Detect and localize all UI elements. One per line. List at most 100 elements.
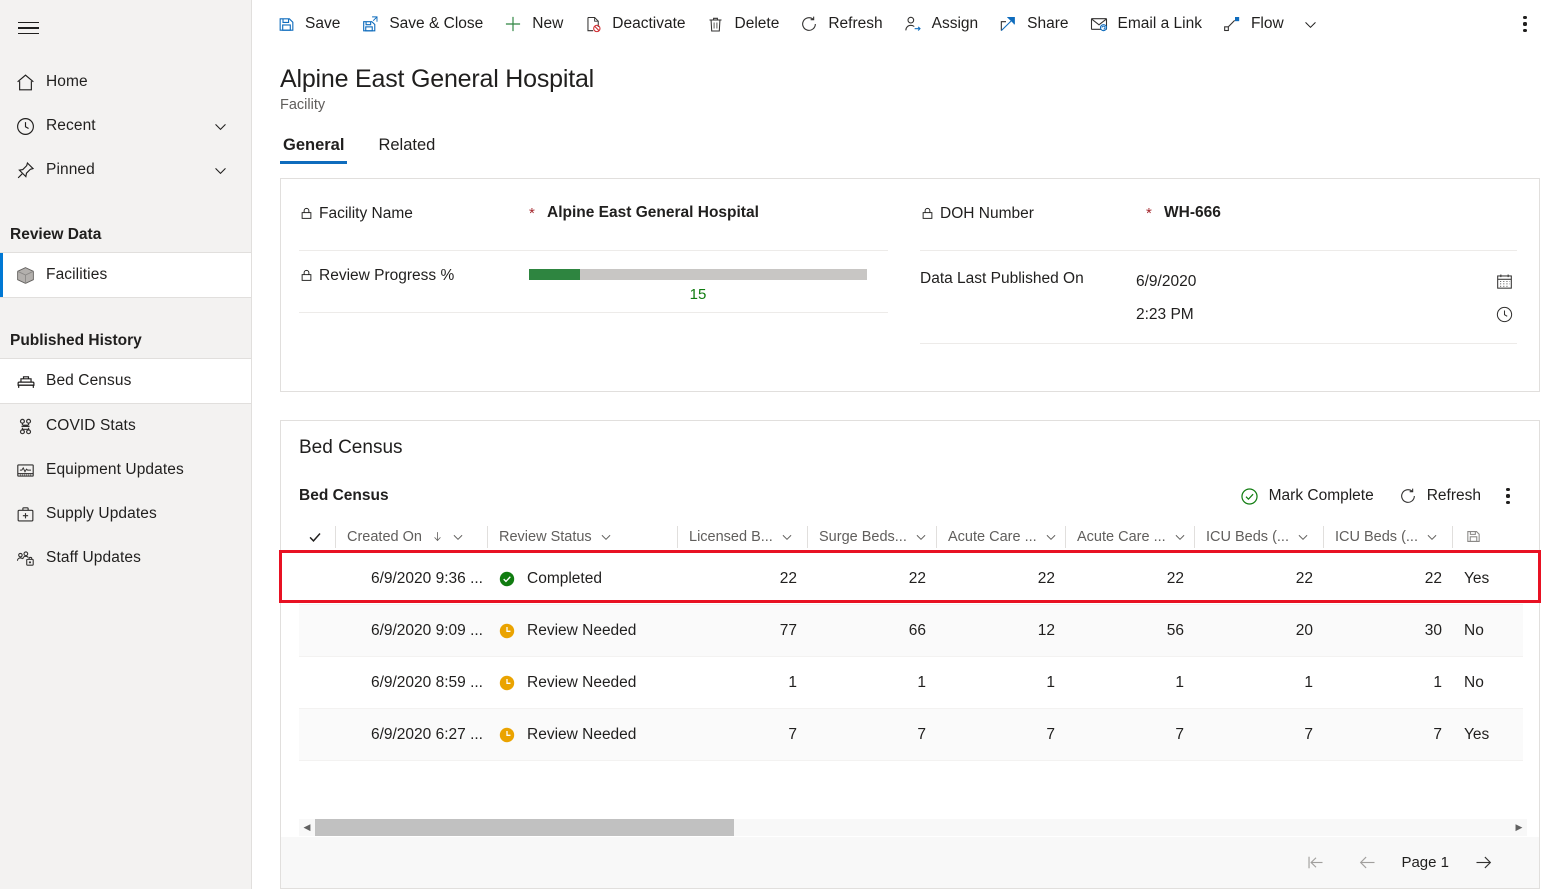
- cell-save-col[interactable]: Yes: [1452, 570, 1523, 588]
- first-page-icon[interactable]: [1289, 843, 1341, 883]
- table-row[interactable]: 6/9/2020 6:27 ...Review Needed777777Yes: [299, 709, 1523, 761]
- new-button[interactable]: New: [493, 4, 573, 44]
- cell-acute-care-1[interactable]: 1: [936, 674, 1065, 692]
- save-and-close-button[interactable]: Save & Close: [350, 4, 493, 44]
- subgrid-refresh-button[interactable]: Refresh: [1386, 479, 1493, 513]
- share-button[interactable]: Share: [988, 4, 1078, 44]
- select-all-checkmark-icon[interactable]: [299, 526, 335, 548]
- cell-created-on[interactable]: 6/9/2020 8:59 ...: [335, 674, 487, 692]
- cell-licensed-beds[interactable]: 1: [677, 674, 807, 692]
- assign-button[interactable]: Assign: [893, 4, 989, 44]
- column-header-acute-care-2[interactable]: Acute Care ...: [1065, 526, 1194, 548]
- delete-button[interactable]: Delete: [696, 4, 790, 44]
- table-row[interactable]: 6/9/2020 8:59 ...Review Needed111111No: [299, 657, 1523, 709]
- tab-general[interactable]: General: [280, 133, 347, 164]
- cell-acute-care-2[interactable]: 7: [1065, 726, 1194, 744]
- cell-review-status[interactable]: Review Needed: [487, 674, 677, 692]
- cell-acute-care-1[interactable]: 22: [936, 570, 1065, 588]
- cell-surge-beds[interactable]: 1: [807, 674, 936, 692]
- hamburger-icon[interactable]: [4, 4, 52, 52]
- cell-icu-beds-1[interactable]: 20: [1194, 622, 1323, 640]
- save-button[interactable]: Save: [266, 4, 350, 44]
- sidebar-item-recent[interactable]: Recent: [0, 104, 251, 148]
- cell-icu-beds-2[interactable]: 30: [1323, 622, 1452, 640]
- column-header-surge-beds[interactable]: Surge Beds...: [807, 526, 936, 548]
- mark-complete-button[interactable]: Mark Complete: [1227, 479, 1386, 513]
- cell-licensed-beds[interactable]: 22: [677, 570, 807, 588]
- published-date-value[interactable]: 6/9/2020: [1136, 273, 1491, 291]
- sidebar-item-facilities[interactable]: Facilities: [0, 253, 251, 297]
- cell-licensed-beds[interactable]: 77: [677, 622, 807, 640]
- cell-icu-beds-2[interactable]: 7: [1323, 726, 1452, 744]
- sidebar-item-pinned[interactable]: Pinned: [0, 148, 251, 192]
- column-header-review-status[interactable]: Review Status: [487, 526, 677, 548]
- chevron-down-icon[interactable]: [212, 118, 229, 135]
- horizontal-scrollbar[interactable]: ◀ ▶: [299, 819, 1527, 836]
- cell-created-on[interactable]: 6/9/2020 9:09 ...: [335, 622, 487, 640]
- scroll-left-icon[interactable]: ◀: [299, 822, 315, 833]
- sidebar-item-covid-stats[interactable]: COVID Stats: [0, 404, 251, 448]
- column-header-save-icon[interactable]: [1452, 526, 1523, 548]
- chevron-down-icon[interactable]: [1173, 530, 1187, 544]
- cell-acute-care-2[interactable]: 56: [1065, 622, 1194, 640]
- tab-related[interactable]: Related: [375, 133, 438, 164]
- chevron-down-icon[interactable]: [1296, 530, 1310, 544]
- column-header-created-on[interactable]: Created On: [335, 526, 487, 548]
- flow-chevron-down-icon[interactable]: [1294, 4, 1327, 44]
- cell-acute-care-2[interactable]: 22: [1065, 570, 1194, 588]
- cell-acute-care-2[interactable]: 1: [1065, 674, 1194, 692]
- flow-button[interactable]: Flow: [1212, 4, 1294, 44]
- cell-icu-beds-1[interactable]: 22: [1194, 570, 1323, 588]
- clock-icon[interactable]: [1491, 305, 1517, 324]
- column-header-acute-care-1[interactable]: Acute Care ...: [936, 526, 1065, 548]
- sidebar-item-bed-census[interactable]: Bed Census: [0, 359, 251, 403]
- cell-save-col[interactable]: No: [1452, 622, 1523, 640]
- cell-icu-beds-2[interactable]: 1: [1323, 674, 1452, 692]
- facility-name-value[interactable]: Alpine East General Hospital: [547, 203, 759, 222]
- chevron-down-icon[interactable]: [1044, 530, 1058, 544]
- cell-icu-beds-1[interactable]: 1: [1194, 674, 1323, 692]
- cell-acute-care-1[interactable]: 12: [936, 622, 1065, 640]
- chevron-down-icon[interactable]: [1425, 530, 1439, 544]
- cell-created-on[interactable]: 6/9/2020 9:36 ...: [335, 570, 487, 588]
- calendar-icon[interactable]: [1491, 272, 1517, 291]
- cell-licensed-beds[interactable]: 7: [677, 726, 807, 744]
- cell-surge-beds[interactable]: 22: [807, 570, 936, 588]
- next-page-icon[interactable]: [1457, 843, 1509, 883]
- cell-review-status[interactable]: Review Needed: [487, 622, 677, 640]
- sidebar-item-supply-updates[interactable]: Supply Updates: [0, 492, 251, 536]
- cell-review-status[interactable]: Review Needed: [487, 726, 677, 744]
- cell-surge-beds[interactable]: 7: [807, 726, 936, 744]
- column-header-icu-beds-2[interactable]: ICU Beds (...: [1323, 526, 1452, 548]
- refresh-button[interactable]: Refresh: [789, 4, 892, 44]
- chevron-down-icon[interactable]: [212, 162, 229, 179]
- chevron-down-icon[interactable]: [599, 530, 613, 544]
- chevron-down-icon[interactable]: [780, 530, 794, 544]
- column-header-icu-beds-1[interactable]: ICU Beds (...: [1194, 526, 1323, 548]
- cell-review-status[interactable]: Completed: [487, 570, 677, 588]
- previous-page-icon[interactable]: [1341, 843, 1393, 883]
- sidebar-item-staff-updates[interactable]: Staff Updates: [0, 536, 251, 580]
- scrollbar-thumb[interactable]: [315, 819, 734, 836]
- cell-icu-beds-1[interactable]: 7: [1194, 726, 1323, 744]
- table-row[interactable]: 6/9/2020 9:36 ...Completed222222222222Ye…: [299, 553, 1523, 605]
- email-a-link-button[interactable]: Email a Link: [1079, 4, 1212, 44]
- deactivate-button[interactable]: Deactivate: [573, 4, 695, 44]
- sidebar-item-equipment-updates[interactable]: Equipment Updates: [0, 448, 251, 492]
- scroll-right-icon[interactable]: ▶: [1511, 822, 1527, 833]
- cell-acute-care-1[interactable]: 7: [936, 726, 1065, 744]
- cell-save-col[interactable]: Yes: [1452, 726, 1523, 744]
- more-vertical-icon[interactable]: [1493, 479, 1523, 513]
- chevron-down-icon[interactable]: [451, 530, 465, 544]
- chevron-down-icon[interactable]: [914, 530, 928, 544]
- cell-save-col[interactable]: No: [1452, 674, 1523, 692]
- doh-number-value[interactable]: WH-666: [1164, 203, 1221, 222]
- published-time-value[interactable]: 2:23 PM: [1136, 306, 1491, 324]
- cell-surge-beds[interactable]: 66: [807, 622, 936, 640]
- cell-created-on[interactable]: 6/9/2020 6:27 ...: [335, 726, 487, 744]
- sidebar-item-home[interactable]: Home: [0, 60, 251, 104]
- cell-icu-beds-2[interactable]: 22: [1323, 570, 1452, 588]
- table-row[interactable]: 6/9/2020 9:09 ...Review Needed7766125620…: [299, 605, 1523, 657]
- more-vertical-icon[interactable]: [1508, 4, 1542, 44]
- column-header-licensed-beds[interactable]: Licensed B...: [677, 526, 807, 548]
